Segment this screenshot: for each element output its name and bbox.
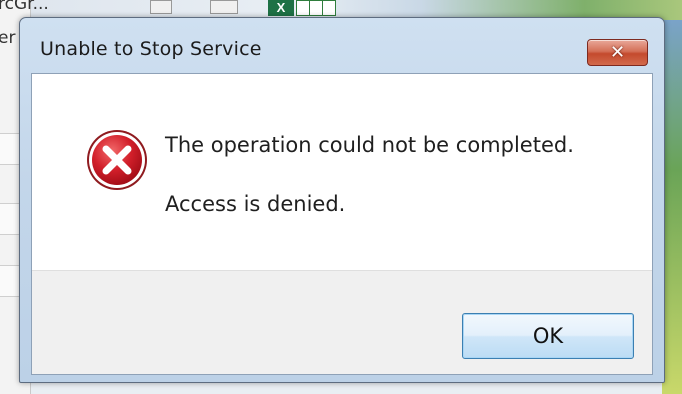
dialog-titlebar[interactable]: Unable to Stop Service ✕	[20, 18, 664, 66]
close-button[interactable]: ✕	[587, 39, 648, 66]
background-button	[210, 0, 238, 14]
error-icon	[87, 130, 147, 190]
ok-button[interactable]: OK	[462, 313, 634, 359]
background-button	[150, 0, 172, 14]
dialog-content: The operation could not be completed. Ac…	[31, 73, 653, 375]
background-list-text: rcGr...	[0, 0, 49, 14]
error-detail: Access is denied.	[165, 192, 346, 216]
desktop-wallpaper-edge	[662, 20, 682, 394]
error-message: The operation could not be completed.	[165, 133, 574, 157]
close-icon: ✕	[609, 42, 626, 63]
spreadsheet-icon	[296, 0, 336, 16]
dialog-title: Unable to Stop Service	[40, 38, 262, 60]
error-dialog: Unable to Stop Service ✕ The operation c…	[19, 17, 665, 383]
excel-icon: X	[268, 0, 294, 16]
background-list-text: er	[0, 28, 16, 48]
